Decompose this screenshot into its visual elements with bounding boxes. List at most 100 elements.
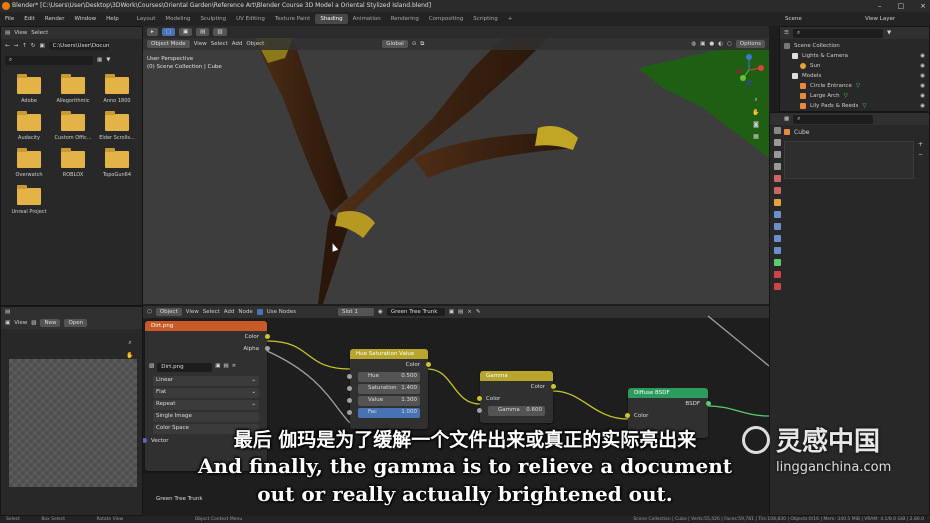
properties-type-icon[interactable]: ▦ [784,116,789,122]
add-slot-icon[interactable]: + [918,141,923,148]
forward-icon[interactable]: → [14,43,19,49]
image-menu-view[interactable]: View [14,320,27,326]
shading-material-icon[interactable]: ◐ [718,41,723,47]
editor-type-icon[interactable]: ▤ [5,309,10,315]
shading-solid-icon[interactable]: ● [709,41,714,47]
checkbox-icon[interactable] [792,53,798,59]
folder-item[interactable]: Adobe [7,74,51,104]
tab-uv-editing[interactable]: UV Editing [231,14,270,24]
image-editor-type-icon[interactable]: ▣ [5,320,10,326]
maximize-button[interactable]: □ [898,0,905,12]
viewport-menu-select[interactable]: Select [211,41,228,47]
file-menu-select[interactable]: Select [31,30,48,36]
transform-orientation-selector[interactable]: Global [382,40,408,48]
input-socket[interactable] [347,410,352,415]
outliner-row[interactable]: Sun ◉ [784,61,925,71]
folder-item[interactable]: Unreal Project [7,185,51,215]
folder-item[interactable]: TopoGun64 [95,148,139,178]
select-extend-icon[interactable]: ▣ [178,28,193,36]
input-socket[interactable] [347,386,352,391]
folder-item[interactable]: ROBLOX [51,148,95,178]
viewport-menu-view[interactable]: View [194,41,207,47]
new-folder-icon[interactable]: ▣ [39,43,44,49]
node-header[interactable]: Dirt.png [145,321,267,331]
fac-field[interactable]: Fac 1.000 [358,408,420,418]
folder-item[interactable]: Overwatch [7,148,51,178]
tab-scripting[interactable]: Scripting [468,14,502,24]
folder-item[interactable]: Anno 1800 [95,74,139,104]
filter-icon[interactable]: ▼ [106,57,110,63]
tab-layout[interactable]: Layout [132,14,161,24]
gamma-field[interactable]: Gamma 0.600 [488,406,545,416]
new-image-button[interactable]: New [40,319,61,327]
refresh-icon[interactable]: ↻ [31,43,36,49]
node-header[interactable]: Hue Saturation Value [350,349,428,359]
back-icon[interactable]: ← [5,43,10,49]
file-search-input[interactable]: ⌕ [5,55,93,65]
output-tab-icon[interactable] [773,151,781,158]
image-browse-icon[interactable]: ▧ [149,363,154,375]
world-tab-icon[interactable] [773,187,781,194]
folder-item[interactable]: Allegorithmic [51,74,95,104]
image-browse-icon[interactable]: ▧ [31,320,36,326]
display-mode-icon[interactable]: ▦ [97,57,102,63]
properties-search-input[interactable]: ⌕ [793,114,874,124]
gamma-node[interactable]: Gamma Color Color Gamma 0.600 [477,371,556,423]
menu-window[interactable]: Window [69,16,101,22]
visibility-eye-icon[interactable]: ◉ [920,103,925,109]
grid-view-icon[interactable]: ▦ [753,133,759,140]
pan-hand-icon[interactable]: ✋ [752,109,759,116]
view-layer-tab-icon[interactable] [773,163,781,170]
checkbox-icon[interactable] [792,73,798,79]
tab-shading[interactable]: Shading [315,14,348,24]
outliner-row[interactable]: Lily Pads & Reeds ▽ ◉ [784,101,925,111]
add-workspace-icon[interactable]: + [503,14,518,24]
path-field[interactable]: C:\Users\User\Docum... [48,42,109,50]
select-box-mode-icon[interactable]: ▢ [161,28,175,36]
object-tab-icon[interactable] [773,199,781,206]
input-socket[interactable] [347,374,352,379]
image-unlink-icon[interactable]: × [232,363,237,375]
menu-file[interactable]: File [0,16,19,22]
tab-animation[interactable]: Animation [348,14,386,24]
editor-type-icon[interactable]: ▤ [5,30,10,36]
outliner-search-input[interactable]: ⌕ [792,28,883,38]
hue-field[interactable]: Hue 0.500 [358,372,420,382]
visibility-eye-icon[interactable]: ◉ [920,53,925,59]
input-socket[interactable] [625,413,630,418]
file-menu-view[interactable]: View [14,30,27,36]
remove-slot-icon[interactable]: − [918,151,923,158]
tab-compositing[interactable]: Compositing [424,14,468,24]
source-dropdown[interactable]: Single Image [153,412,259,422]
input-socket[interactable] [477,408,482,413]
material-slot-list[interactable] [784,141,914,179]
tab-texture-paint[interactable]: Texture Paint [270,14,316,24]
output-socket[interactable] [706,401,711,406]
value-field[interactable]: Value 1.300 [358,396,420,406]
data-tab-icon[interactable] [773,259,781,266]
select-subtract-icon[interactable]: ▤ [196,28,210,36]
3d-viewport[interactable]: User Perspective (0) Scene Collection | … [143,38,769,304]
camera-icon[interactable]: ◙ [753,121,759,128]
outliner-row[interactable]: Large Arch ▽ ◉ [784,91,925,101]
pan-hand-icon[interactable]: ✋ [126,352,133,359]
visibility-eye-icon[interactable]: ◉ [920,63,925,69]
scene-selector[interactable]: Scene [780,16,860,22]
visibility-eye-icon[interactable]: ◉ [920,93,925,99]
zoom-icon[interactable]: ⌕ [128,339,131,347]
image-open-icon[interactable]: ▤ [223,363,228,375]
image-name-field[interactable]: Dirt.png [157,363,213,372]
projection-dropdown[interactable]: Flat ⌄ [153,388,259,398]
menu-edit[interactable]: Edit [19,16,40,22]
select-invert-icon[interactable]: ▥ [213,28,227,36]
physics-tab-icon[interactable] [773,235,781,242]
close-button[interactable]: × [920,0,926,12]
extension-dropdown[interactable]: Repeat ⌄ [153,400,259,410]
tab-sculpting[interactable]: Sculpting [195,14,231,24]
output-socket[interactable] [426,362,431,367]
overlay-icon[interactable]: ◍ [691,41,696,47]
interpolation-dropdown[interactable]: Linear ⌄ [153,376,259,386]
scene-tab-icon[interactable] [773,175,781,182]
view-layer-selector[interactable]: View Layer [860,16,930,22]
pivot-icon[interactable]: ⊙ [412,41,417,47]
